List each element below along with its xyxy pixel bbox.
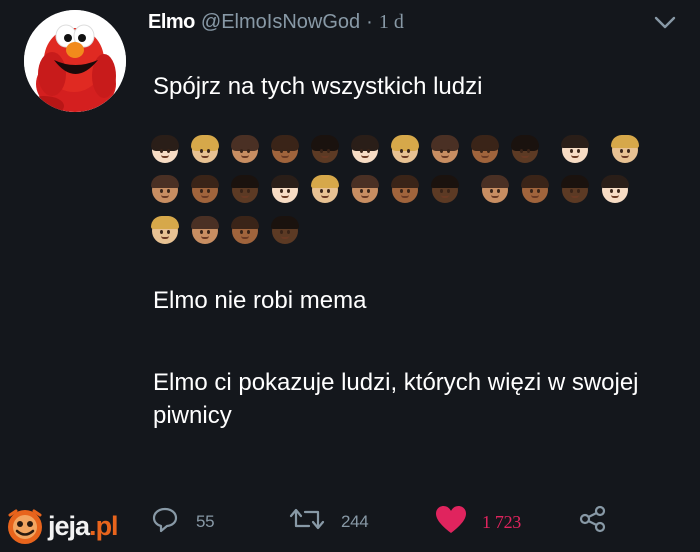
woman-medium-light-blond-emoji-icon (391, 135, 419, 163)
woman-medium-emoji-icon (431, 135, 459, 163)
woman-medium-dark-emoji-icon (271, 135, 299, 163)
tweet-text-line-3: Elmo ci pokazuje ludzi, których więzi w … (153, 369, 639, 429)
woman-light-emoji-icon (151, 135, 179, 163)
boy-light-emoji-icon (601, 175, 629, 203)
emoji-row-2 (151, 175, 652, 203)
man-light-emoji-icon (271, 175, 299, 203)
boy-medium-dark-emoji-icon (521, 175, 549, 203)
heart-icon[interactable] (434, 504, 468, 536)
woman-light-emoji-icon (351, 135, 379, 163)
author-handle[interactable]: @ElmoIsNowGod (201, 11, 360, 34)
tweet-text-line-1: Spójrz na tych wszystkich ludzi (153, 73, 483, 100)
retweet-icon[interactable] (287, 504, 327, 534)
boy-medium-light-blond-emoji-icon (151, 216, 179, 244)
woman-dark-emoji-icon (311, 135, 339, 163)
jeja-wordmark: jeja.pl (48, 510, 119, 541)
tweet-text-line-2: Elmo nie robi mema (153, 287, 367, 314)
man-dark-emoji-icon (431, 175, 459, 203)
woman-medium-emoji-icon (231, 135, 259, 163)
retweet-count: 244 (341, 512, 369, 531)
jeja-logo-icon (8, 509, 42, 544)
man-medium-dark-emoji-icon (191, 175, 219, 203)
man-medium-light-blond-emoji-icon (311, 175, 339, 203)
boy-medium-dark-emoji-icon (231, 216, 259, 244)
woman-dark-emoji-icon (511, 135, 539, 163)
woman-medium-light-blond-emoji-icon (191, 135, 219, 163)
boy-medium-emoji-icon (191, 216, 219, 244)
elmo-avatar-image (24, 10, 126, 112)
boy-medium-emoji-icon (481, 175, 509, 203)
man-medium-emoji-icon (151, 175, 179, 203)
emoji-row-1 (151, 135, 652, 163)
jeja-watermark: jeja.pl (2, 506, 119, 546)
tweet-timestamp[interactable]: 1 d (379, 11, 404, 34)
author-avatar[interactable] (24, 10, 126, 112)
reply-count: 55 (196, 512, 215, 531)
share-icon[interactable] (578, 504, 608, 534)
man-light-emoji-icon (561, 135, 589, 163)
boy-dark-emoji-icon (271, 216, 299, 244)
woman-medium-dark-emoji-icon (471, 135, 499, 163)
man-dark-emoji-icon (231, 175, 259, 203)
boy-dark-emoji-icon (561, 175, 589, 203)
man-medium-dark-emoji-icon (391, 175, 419, 203)
emoji-row-3 (151, 216, 312, 244)
chevron-down-icon[interactable] (652, 12, 678, 32)
header-separator: · (366, 11, 373, 33)
tweet-header: Elmo @ElmoIsNowGod · 1 d (148, 11, 404, 35)
reply-icon[interactable] (150, 504, 180, 534)
man-medium-light-blond-emoji-icon (611, 135, 639, 163)
author-name[interactable]: Elmo (148, 11, 195, 34)
like-count: 1 723 (482, 512, 522, 532)
man-medium-emoji-icon (351, 175, 379, 203)
